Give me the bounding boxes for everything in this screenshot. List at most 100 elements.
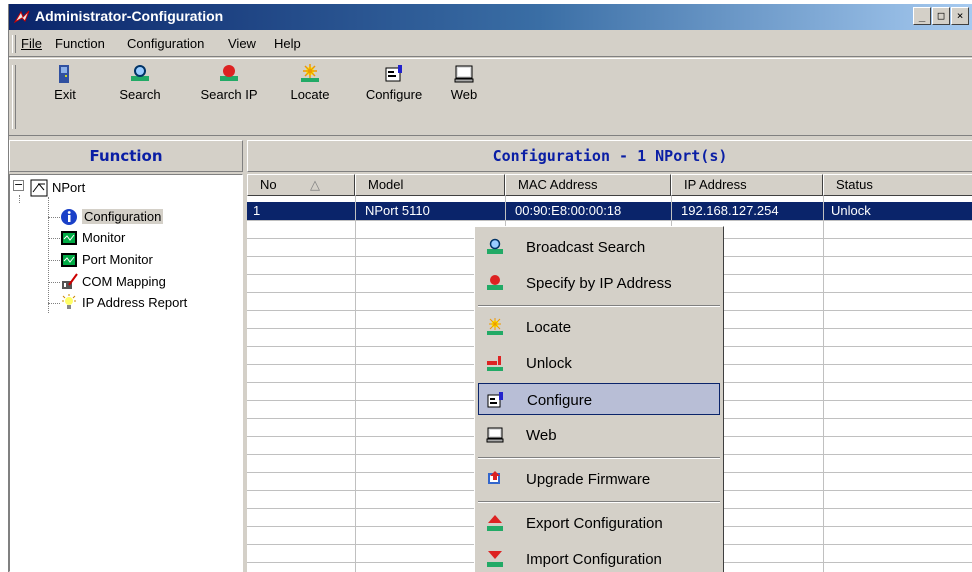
- app-window: Administrator-Configuration _ □ × File F…: [8, 4, 972, 572]
- tree-connector: [48, 260, 60, 261]
- tree-connector: [48, 238, 60, 239]
- menu-separator: [478, 501, 720, 503]
- cell-no: 1: [253, 203, 261, 218]
- cell-model: NPort 5110: [365, 203, 430, 218]
- locate-label: Locate: [290, 87, 330, 102]
- menu-item-label: Locate: [526, 319, 572, 336]
- column-header-mac-address[interactable]: MAC Address: [505, 174, 671, 196]
- search-label: Search: [119, 87, 161, 102]
- grid-column-line: [823, 196, 824, 572]
- menu-item-label: Export Configuration: [526, 515, 663, 532]
- tree-connector: [48, 303, 60, 304]
- monitor-icon: [61, 231, 77, 245]
- menu-item-specify-by-ip-address[interactable]: Specify by IP Address: [478, 267, 720, 299]
- port-monitor-icon: [61, 253, 77, 267]
- exit-label: Exit: [54, 87, 76, 102]
- menu-item-broadcast-search[interactable]: Broadcast Search: [478, 231, 720, 263]
- column-header-no[interactable]: No △: [247, 174, 355, 196]
- tree-connector: [48, 217, 60, 218]
- tree-connector: [19, 195, 20, 203]
- menu-function[interactable]: Function: [55, 36, 105, 51]
- title-bar[interactable]: Administrator-Configuration _ □ ×: [9, 4, 972, 30]
- tree-connector: [48, 197, 49, 313]
- exit-icon: [59, 65, 69, 83]
- search-ip-button[interactable]: Search IP: [193, 63, 265, 125]
- menu-item-web[interactable]: Web: [478, 419, 720, 451]
- cell-status: Unlock: [831, 203, 871, 218]
- close-button[interactable]: ×: [951, 7, 969, 25]
- grid-column-line: [355, 196, 356, 572]
- cell-ip-address: 192.168.127.254: [681, 203, 779, 218]
- import-icon: [487, 551, 503, 567]
- web-icon: [486, 427, 504, 443]
- configure-icon: [487, 392, 503, 408]
- sort-arrow-icon: △: [310, 177, 320, 192]
- web-button[interactable]: Web: [449, 63, 479, 125]
- menu-view[interactable]: View: [228, 36, 256, 51]
- menu-item-label: Unlock: [526, 355, 572, 372]
- column-header-status[interactable]: Status: [823, 174, 972, 196]
- upgrade-firmware-icon: [488, 471, 500, 484]
- menu-item-upgrade-firmware[interactable]: Upgrade Firmware: [478, 463, 720, 495]
- maximize-button[interactable]: □: [932, 7, 950, 25]
- locate-icon: [301, 64, 319, 82]
- unlock-icon: [487, 356, 503, 371]
- menu-separator: [478, 305, 720, 307]
- function-tree: − NPort Configuration Monitor Port Monit…: [9, 174, 243, 572]
- tree-item-label: COM Mapping: [82, 274, 166, 289]
- menu-separator: [478, 457, 720, 459]
- menu-configuration[interactable]: Configuration: [127, 36, 204, 51]
- broadcast-search-icon: [487, 238, 503, 254]
- column-header-label: No: [260, 177, 277, 192]
- configure-label: Configure: [365, 87, 423, 102]
- web-label: Web: [450, 87, 478, 102]
- toolbar: Exit Search Search IP Locate Configure W…: [9, 58, 972, 136]
- nport-icon: [30, 179, 48, 197]
- configure-icon: [385, 65, 402, 82]
- tree-item-label: NPort: [52, 180, 86, 195]
- configuration-panel-header: Configuration - 1 NPort(s): [247, 140, 972, 172]
- window-title: Administrator-Configuration: [35, 8, 224, 24]
- lightbulb-icon: [62, 294, 76, 309]
- collapse-toggle[interactable]: −: [13, 179, 24, 191]
- menu-item-label: Broadcast Search: [526, 239, 646, 256]
- search-ip-icon: [220, 65, 238, 81]
- toolbar-grip[interactable]: [12, 65, 16, 129]
- menu-item-configure[interactable]: Configure: [478, 383, 720, 415]
- menu-bar: File Function Configuration View Help: [9, 32, 972, 57]
- menu-help[interactable]: Help: [274, 36, 301, 51]
- tree-item-label: IP Address Report: [82, 295, 188, 310]
- menubar-grip[interactable]: [12, 35, 16, 53]
- export-icon: [487, 515, 503, 531]
- info-icon: [61, 209, 77, 225]
- menu-item-import-configuration[interactable]: Import Configuration: [478, 543, 720, 572]
- menu-item-label: Specify by IP Address: [526, 275, 672, 292]
- configure-button[interactable]: Configure: [360, 63, 428, 125]
- menu-item-unlock[interactable]: Unlock: [478, 347, 720, 379]
- menu-item-label: Upgrade Firmware: [526, 471, 651, 488]
- tree-item-label: Configuration: [82, 209, 164, 224]
- app-icon: [14, 10, 30, 24]
- minimize-button[interactable]: _: [913, 7, 931, 25]
- menu-item-label: Configure: [527, 392, 593, 409]
- column-header-ip-address[interactable]: IP Address: [671, 174, 823, 196]
- menu-item-label: Web: [526, 427, 557, 444]
- com-mapping-icon: [62, 273, 78, 289]
- locate-button[interactable]: Locate: [284, 63, 336, 125]
- context-menu: Broadcast Search Specify by IP Address L…: [474, 226, 724, 572]
- menu-item-locate[interactable]: Locate: [478, 311, 720, 343]
- menu-file[interactable]: File: [21, 36, 42, 51]
- exit-button[interactable]: Exit: [51, 63, 79, 125]
- tree-item-label: Monitor: [82, 230, 126, 245]
- function-panel-header: Function: [9, 140, 243, 172]
- tree-connector: [48, 282, 60, 283]
- menu-item-export-configuration[interactable]: Export Configuration: [478, 507, 720, 539]
- locate-icon: [487, 318, 503, 335]
- search-icon: [131, 65, 149, 81]
- web-icon: [454, 65, 474, 83]
- menu-item-label: Import Configuration: [526, 551, 662, 568]
- column-header-model[interactable]: Model: [355, 174, 505, 196]
- search-button[interactable]: Search: [118, 63, 162, 125]
- search-ip-label: Search IP: [200, 87, 258, 102]
- menu-file-label: File: [21, 36, 42, 51]
